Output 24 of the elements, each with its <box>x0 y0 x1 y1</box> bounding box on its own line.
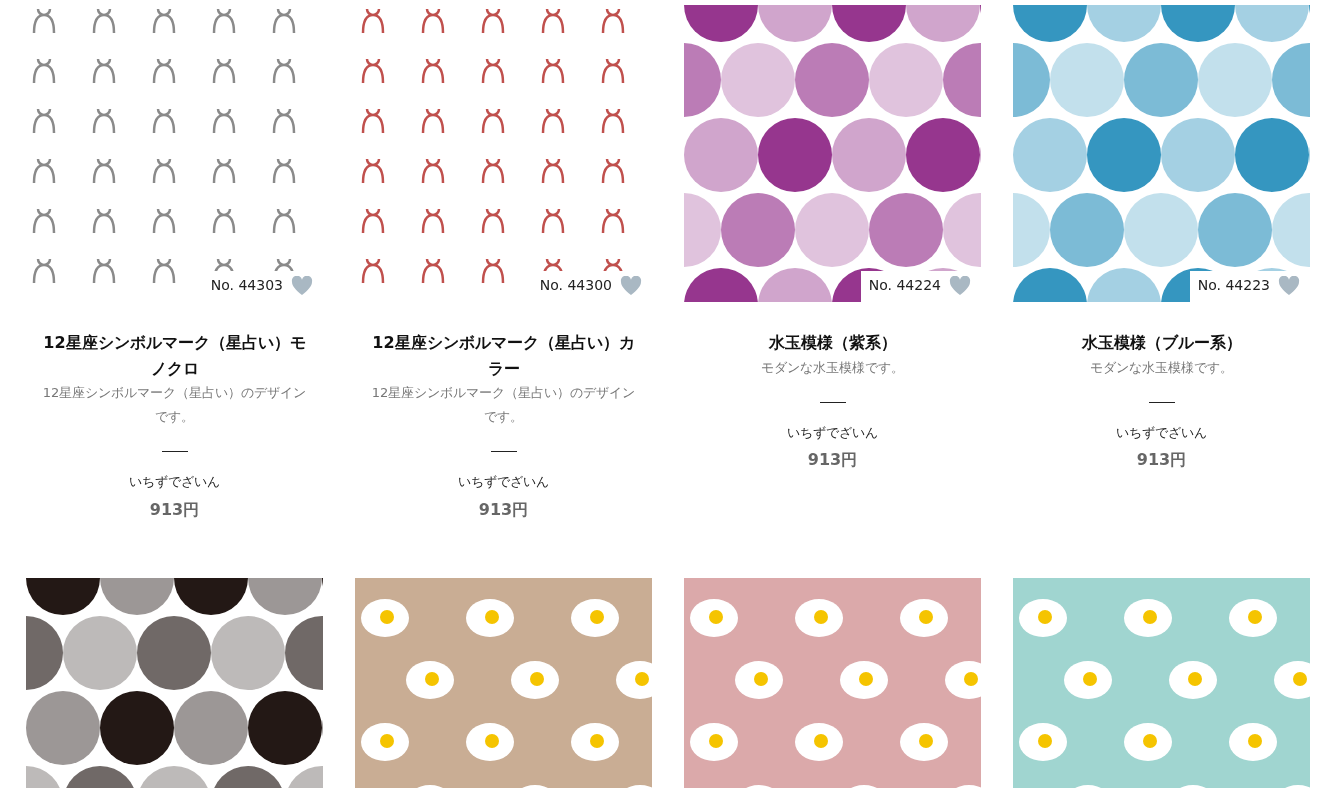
maker-name: いちずでざいん <box>786 423 879 442</box>
product-price: 913円 <box>806 449 859 472</box>
product-description: 12星座シンボルマーク（星占い）のデザインです。 <box>370 384 637 427</box>
heart-icon[interactable] <box>1278 275 1300 296</box>
product-title[interactable]: 水玉模様（紫系） <box>684 330 981 356</box>
product-number: No. 44224 <box>868 276 941 295</box>
product-title[interactable]: 12星座シンボルマーク（星占い）カラー <box>355 330 652 382</box>
product-price: 913円 <box>477 498 530 521</box>
product-price: 913円 <box>148 498 201 521</box>
product-number: No. 44300 <box>539 276 612 295</box>
product-description: モダンな水玉模様です。 <box>760 358 905 377</box>
heart-icon[interactable] <box>291 275 313 296</box>
product-title[interactable]: 水玉模様（ブルー系） <box>1013 330 1310 356</box>
product-title[interactable]: 12星座シンボルマーク（星占い）モノクロ <box>26 330 323 382</box>
product-description: 12星座シンボルマーク（星占い）のデザインです。 <box>41 384 308 427</box>
product-number: No. 44223 <box>1197 276 1270 295</box>
heart-icon[interactable] <box>620 275 642 296</box>
heart-icon[interactable] <box>949 275 971 296</box>
product-number: No. 44303 <box>210 276 283 295</box>
product-price: 913円 <box>1135 449 1188 472</box>
maker-name: いちずでざいん <box>457 473 550 492</box>
maker-name: いちずでざいん <box>128 473 221 492</box>
maker-name: いちずでざいん <box>1115 423 1208 442</box>
product-description: モダンな水玉模様です。 <box>1089 358 1234 377</box>
